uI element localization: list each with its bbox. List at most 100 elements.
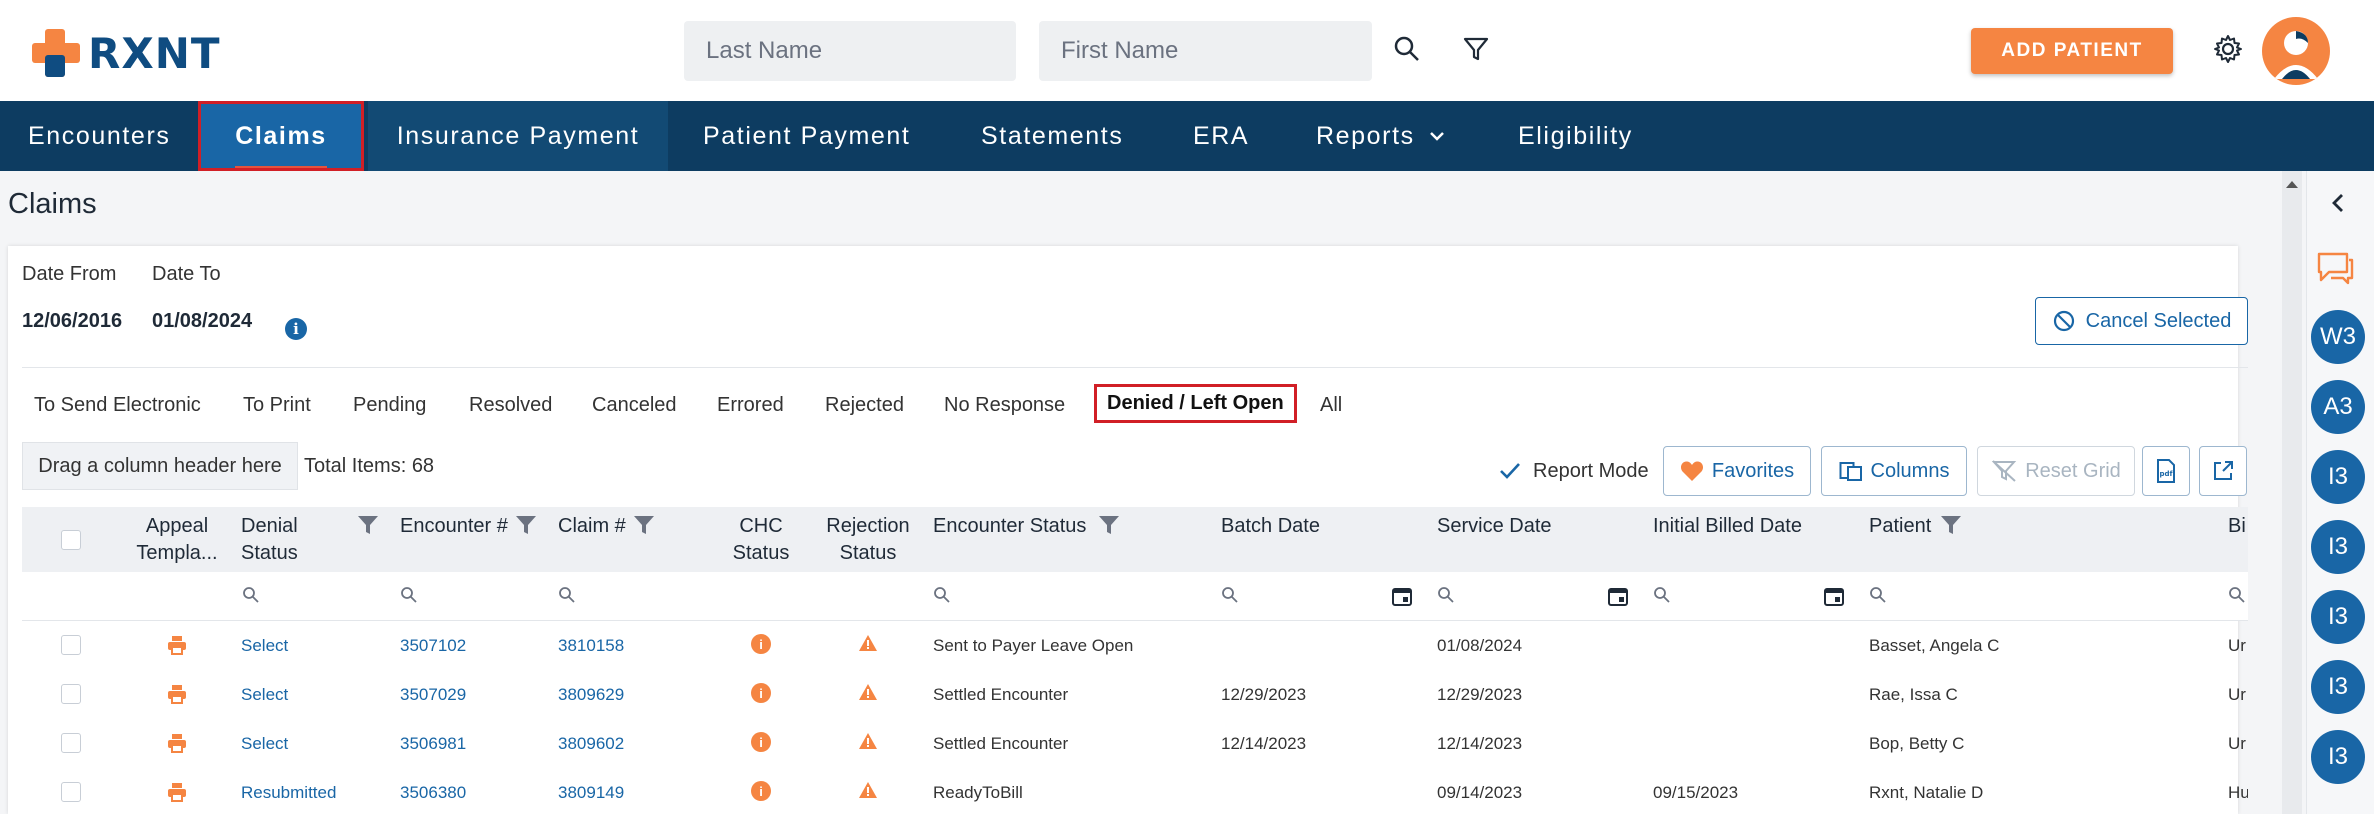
chc-info-icon[interactable]: i [751, 634, 771, 654]
favorites-button[interactable]: Favorites [1663, 446, 1811, 496]
user-avatar[interactable] [2262, 17, 2330, 85]
tab-to-send-electronic[interactable]: To Send Electronic [34, 394, 201, 417]
denial-status-link[interactable]: Select [241, 734, 288, 754]
column-header-rejection-status[interactable]: Rejection Status [820, 513, 916, 567]
user-bubble[interactable]: A3 [2311, 380, 2365, 434]
chc-info-icon[interactable]: i [751, 683, 771, 703]
calendar-icon[interactable] [1391, 585, 1413, 607]
claim-link[interactable]: 3809149 [558, 783, 624, 803]
column-filter-icon[interactable] [514, 514, 538, 536]
scroll-up-icon[interactable] [2285, 179, 2299, 189]
column-filter-icon[interactable] [356, 514, 380, 536]
filter-search-icon[interactable] [933, 586, 951, 604]
rxnt-logo[interactable]: RXNT [28, 25, 228, 81]
claim-link[interactable]: 3809629 [558, 685, 624, 705]
column-header-initial-billed-date[interactable]: Initial Billed Date [1653, 513, 1802, 540]
last-name-input[interactable] [684, 21, 1016, 81]
column-header-patient[interactable]: Patient [1869, 513, 1931, 540]
chat-icon[interactable] [2315, 250, 2355, 286]
denial-status-link[interactable]: Select [241, 636, 288, 656]
claim-link[interactable]: 3810158 [558, 636, 624, 656]
filter-search-icon[interactable] [558, 586, 576, 604]
denial-status-link[interactable]: Resubmitted [241, 783, 336, 803]
row-checkbox[interactable] [61, 684, 81, 704]
printer-icon[interactable] [166, 634, 188, 656]
date-from-value[interactable]: 12/06/2016 [22, 310, 122, 333]
user-bubble[interactable]: I3 [2311, 590, 2365, 644]
nav-patient-payment[interactable]: Patient Payment [703, 101, 910, 171]
tab-canceled[interactable]: Canceled [592, 394, 677, 417]
search-icon[interactable] [1390, 32, 1424, 66]
encounter-link[interactable]: 3507029 [400, 685, 466, 705]
chevron-left-icon[interactable] [2328, 192, 2350, 214]
export-button[interactable] [2199, 446, 2247, 496]
select-all-checkbox[interactable] [61, 530, 81, 550]
gear-icon[interactable] [2210, 31, 2246, 67]
info-icon[interactable]: i [285, 318, 307, 340]
column-header-batch-date[interactable]: Batch Date [1221, 513, 1320, 540]
encounter-link[interactable]: 3506981 [400, 734, 466, 754]
tab-rejected[interactable]: Rejected [825, 394, 904, 417]
denial-status-link[interactable]: Select [241, 685, 288, 705]
printer-icon[interactable] [166, 683, 188, 705]
chc-info-icon[interactable]: i [751, 781, 771, 801]
filter-search-icon[interactable] [2228, 586, 2246, 604]
nav-era[interactable]: ERA [1193, 101, 1249, 171]
nav-statements[interactable]: Statements [981, 101, 1123, 171]
filter-search-icon[interactable] [400, 586, 418, 604]
claim-link[interactable]: 3809602 [558, 734, 624, 754]
filter-search-icon[interactable] [1437, 586, 1455, 604]
column-filter-icon[interactable] [632, 514, 656, 536]
reset-grid-button[interactable]: Reset Grid [1977, 446, 2135, 496]
filter-search-icon[interactable] [1869, 586, 1887, 604]
columns-button[interactable]: Columns [1821, 446, 1967, 496]
tab-to-print[interactable]: To Print [243, 394, 311, 417]
printer-icon[interactable] [166, 781, 188, 803]
calendar-icon[interactable] [1823, 585, 1845, 607]
encounter-link[interactable]: 3507102 [400, 636, 466, 656]
vertical-scrollbar[interactable] [2282, 171, 2302, 814]
warning-icon[interactable] [858, 731, 878, 751]
nav-insurance-payment[interactable]: Insurance Payment [368, 101, 668, 171]
user-bubble[interactable]: I3 [2311, 450, 2365, 504]
warning-icon[interactable] [858, 633, 878, 653]
encounter-link[interactable]: 3506380 [400, 783, 466, 803]
group-drop-zone[interactable]: Drag a column header here [22, 442, 298, 490]
column-header-denial-status[interactable]: Denial Status [241, 513, 331, 567]
nav-claims[interactable]: Claims [198, 101, 364, 171]
filter-icon[interactable] [1459, 32, 1493, 66]
nav-encounters[interactable]: Encounters [28, 101, 170, 171]
tab-all[interactable]: All [1320, 394, 1342, 417]
filter-search-icon[interactable] [1221, 586, 1239, 604]
filter-search-icon[interactable] [242, 586, 260, 604]
user-bubble[interactable]: I3 [2311, 660, 2365, 714]
column-header-service-date[interactable]: Service Date [1437, 513, 1552, 540]
pdf-export-button[interactable]: pdf [2142, 446, 2190, 496]
chc-info-icon[interactable]: i [751, 732, 771, 752]
warning-icon[interactable] [858, 682, 878, 702]
column-header-chc-status[interactable]: CHC Status [723, 513, 799, 567]
tab-pending[interactable]: Pending [353, 394, 426, 417]
user-bubble[interactable]: I3 [2311, 520, 2365, 574]
warning-icon[interactable] [858, 780, 878, 800]
row-checkbox[interactable] [61, 782, 81, 802]
add-patient-button[interactable]: ADD PATIENT [1971, 28, 2173, 74]
column-header-encounter[interactable]: Encounter # [400, 513, 508, 540]
tab-denied-left-open[interactable]: Denied / Left Open [1094, 384, 1297, 423]
column-header-encounter-status[interactable]: Encounter Status [933, 513, 1086, 540]
tab-errored[interactable]: Errored [717, 394, 784, 417]
user-bubble[interactable]: W3 [2311, 310, 2365, 364]
column-filter-icon[interactable] [1939, 514, 1963, 536]
printer-icon[interactable] [166, 732, 188, 754]
filter-search-icon[interactable] [1653, 586, 1671, 604]
column-filter-icon[interactable] [1097, 514, 1121, 536]
report-mode-toggle[interactable]: Report Mode [1497, 458, 1649, 484]
nav-reports[interactable]: Reports [1316, 101, 1447, 171]
cancel-selected-button[interactable]: Cancel Selected [2035, 297, 2248, 345]
tab-resolved[interactable]: Resolved [469, 394, 552, 417]
calendar-icon[interactable] [1607, 585, 1629, 607]
column-header-billing[interactable]: Bi [2228, 513, 2248, 540]
column-header-appeal-template[interactable]: Appeal Templa... [128, 513, 226, 567]
row-checkbox[interactable] [61, 635, 81, 655]
row-checkbox[interactable] [61, 733, 81, 753]
